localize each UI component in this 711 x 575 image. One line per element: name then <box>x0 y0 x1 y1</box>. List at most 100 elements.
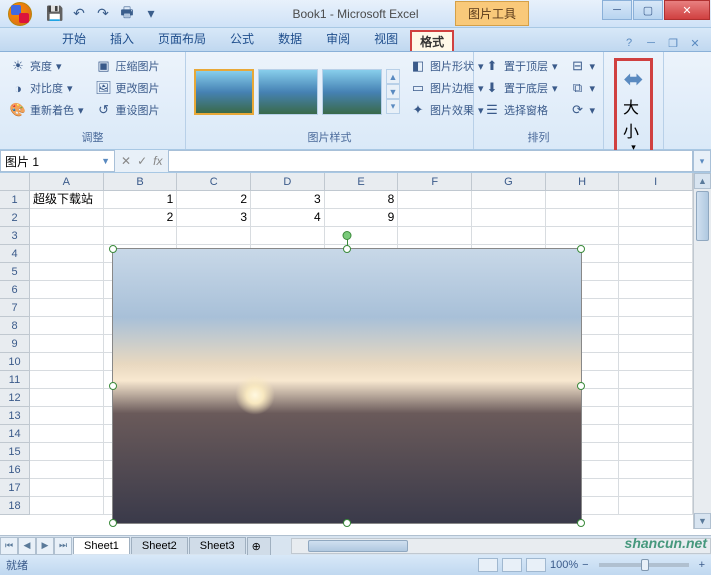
cell[interactable]: 超级下载站 <box>30 191 104 209</box>
cell[interactable] <box>472 227 546 245</box>
cell[interactable] <box>619 209 693 227</box>
cell[interactable] <box>619 461 693 479</box>
col-header[interactable]: H <box>546 173 620 191</box>
gallery-up-icon[interactable]: ▲ <box>386 69 400 84</box>
tab-insert[interactable]: 插入 <box>98 26 146 51</box>
row-header[interactable]: 11 <box>0 371 30 389</box>
tab-format[interactable]: 格式 <box>410 30 454 51</box>
row-header[interactable]: 12 <box>0 389 30 407</box>
cell[interactable] <box>619 299 693 317</box>
close-button[interactable]: ✕ <box>664 0 710 20</box>
cell[interactable] <box>619 317 693 335</box>
col-header[interactable]: A <box>30 173 104 191</box>
row-header[interactable]: 2 <box>0 209 30 227</box>
cell[interactable]: 8 <box>325 191 399 209</box>
style-thumb-1[interactable] <box>194 69 254 115</box>
tab-view[interactable]: 视图 <box>362 26 410 51</box>
help-icon[interactable]: ? <box>621 35 637 51</box>
cell[interactable] <box>104 227 178 245</box>
gallery-down-icon[interactable]: ▼ <box>386 84 400 99</box>
zoom-slider[interactable] <box>599 563 689 567</box>
maximize-button[interactable]: ▢ <box>633 0 663 20</box>
sheet-tab[interactable]: Sheet1 <box>73 537 130 554</box>
inserted-picture[interactable] <box>112 248 582 524</box>
col-header[interactable]: D <box>251 173 325 191</box>
bring-front-button[interactable]: ⬆置于顶层 ▾ <box>482 56 560 76</box>
gallery-more-icon[interactable]: ▾ <box>386 99 400 114</box>
sheet-nav-prev-icon[interactable]: ◀ <box>18 537 36 555</box>
zoom-in-button[interactable]: + <box>699 559 705 571</box>
cell[interactable] <box>619 353 693 371</box>
cell[interactable]: 3 <box>177 209 251 227</box>
cell[interactable] <box>30 209 104 227</box>
mdi-minimize-icon[interactable]: ─ <box>643 35 659 51</box>
cell[interactable] <box>619 371 693 389</box>
size-button[interactable]: ⬌ 大小 ▾ <box>614 58 653 160</box>
resize-handle-nw[interactable] <box>109 245 117 253</box>
cell[interactable] <box>30 281 104 299</box>
cell[interactable] <box>30 479 104 497</box>
style-thumb-3[interactable] <box>322 69 382 115</box>
office-button[interactable] <box>0 0 40 28</box>
selection-pane-button[interactable]: ☰选择窗格 <box>482 100 560 120</box>
cell[interactable] <box>619 443 693 461</box>
cell[interactable] <box>30 461 104 479</box>
col-header[interactable]: B <box>104 173 178 191</box>
tab-formulas[interactable]: 公式 <box>218 26 266 51</box>
cell[interactable] <box>30 299 104 317</box>
group-button[interactable]: ⧉▾ <box>568 78 598 98</box>
expand-formula-icon[interactable]: ▾ <box>693 150 711 172</box>
row-header[interactable]: 18 <box>0 497 30 515</box>
resize-handle-se[interactable] <box>577 519 585 527</box>
cell[interactable] <box>30 263 104 281</box>
col-header[interactable]: F <box>398 173 472 191</box>
accept-fx-icon[interactable]: ✓ <box>137 154 147 168</box>
zoom-out-button[interactable]: − <box>582 559 588 571</box>
scroll-down-icon[interactable]: ▼ <box>694 513 711 529</box>
name-box[interactable]: 图片 1▼ <box>0 150 115 172</box>
tab-data[interactable]: 数据 <box>266 26 314 51</box>
insert-sheet-icon[interactable]: ⊕ <box>247 537 271 555</box>
cell[interactable] <box>30 335 104 353</box>
resize-handle-ne[interactable] <box>577 245 585 253</box>
fx-icon[interactable]: fx <box>153 154 162 168</box>
cell[interactable] <box>619 263 693 281</box>
change-pic-button[interactable]: 🖼更改图片 <box>94 78 162 98</box>
cell[interactable] <box>619 335 693 353</box>
cell[interactable] <box>325 227 399 245</box>
row-header[interactable]: 10 <box>0 353 30 371</box>
reset-pic-button[interactable]: ↺重设图片 <box>94 100 162 120</box>
page-layout-view-icon[interactable] <box>502 558 522 572</box>
tab-page-layout[interactable]: 页面布局 <box>146 26 218 51</box>
row-header[interactable]: 3 <box>0 227 30 245</box>
zoom-thumb[interactable] <box>641 559 649 571</box>
qat-dropdown-icon[interactable]: ▾ <box>142 5 160 23</box>
cell[interactable] <box>30 371 104 389</box>
row-header[interactable]: 14 <box>0 425 30 443</box>
resize-handle-e[interactable] <box>577 382 585 390</box>
hscroll-thumb[interactable] <box>308 540 408 552</box>
col-header[interactable]: E <box>325 173 399 191</box>
cell[interactable] <box>30 245 104 263</box>
rotate-handle[interactable] <box>343 231 352 240</box>
cell[interactable] <box>30 425 104 443</box>
row-header[interactable]: 9 <box>0 335 30 353</box>
cell[interactable] <box>619 191 693 209</box>
cell[interactable] <box>30 443 104 461</box>
rotate-button[interactable]: ⟳▾ <box>568 100 598 120</box>
compress-button[interactable]: ▣压缩图片 <box>94 56 162 76</box>
style-thumb-2[interactable] <box>258 69 318 115</box>
row-header[interactable]: 1 <box>0 191 30 209</box>
recolor-button[interactable]: 🎨重新着色 ▾ <box>8 100 86 120</box>
cell[interactable] <box>619 281 693 299</box>
cell[interactable] <box>619 479 693 497</box>
contrast-button[interactable]: ◑对比度 ▾ <box>8 78 86 98</box>
cell[interactable] <box>30 407 104 425</box>
redo-icon[interactable]: ↷ <box>94 5 112 23</box>
cell[interactable] <box>398 209 472 227</box>
namebox-dropdown-icon[interactable]: ▼ <box>101 156 110 166</box>
print-icon[interactable]: 🖶 <box>118 5 136 23</box>
cell[interactable] <box>619 389 693 407</box>
resize-handle-w[interactable] <box>109 382 117 390</box>
cancel-fx-icon[interactable]: ✕ <box>121 154 131 168</box>
